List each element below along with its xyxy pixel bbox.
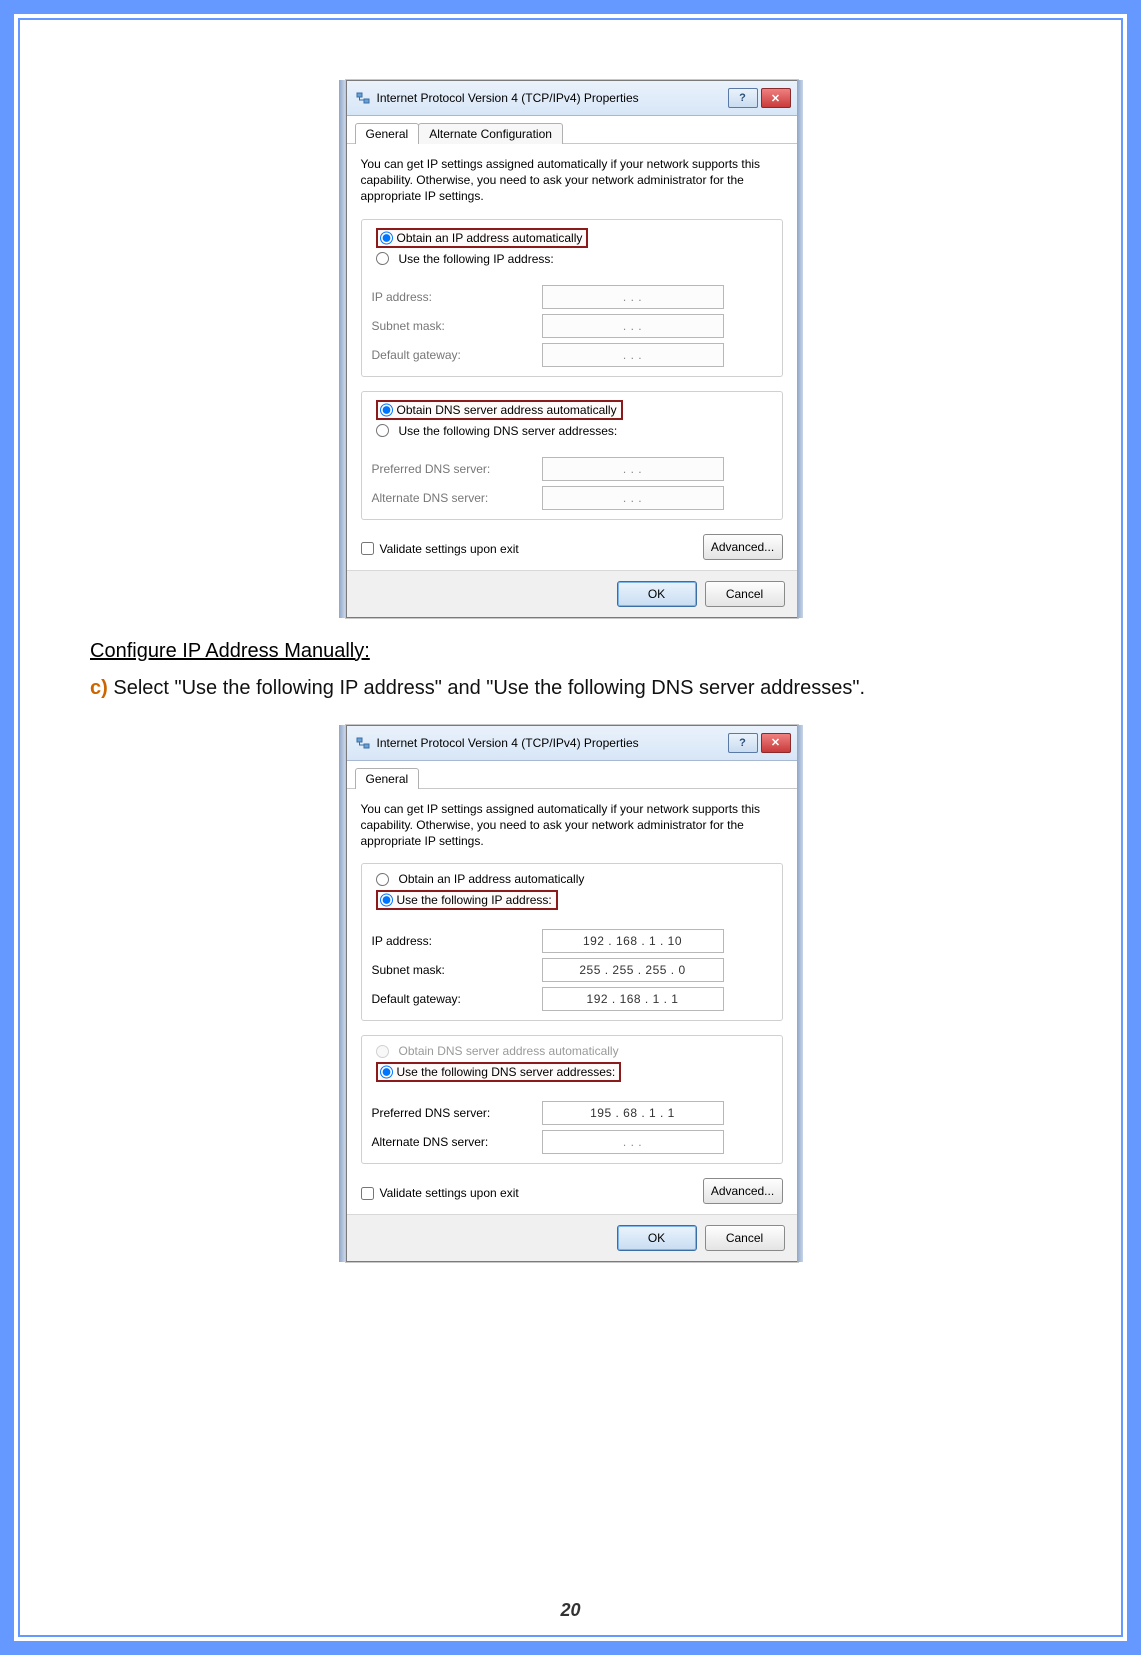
validate-settings-checkbox[interactable] bbox=[361, 1187, 374, 1200]
ok-button[interactable]: OK bbox=[617, 1225, 697, 1251]
radio-use-dns-label: Use the following DNS server addresses: bbox=[399, 424, 618, 438]
help-button[interactable]: ? bbox=[728, 88, 758, 108]
validate-settings-checkbox[interactable] bbox=[361, 542, 374, 555]
validate-settings-label: Validate settings upon exit bbox=[380, 1186, 519, 1200]
default-gateway-field[interactable]: 192 . 168 . 1 . 1 bbox=[542, 987, 724, 1011]
tab-general[interactable]: General bbox=[355, 123, 420, 144]
alternate-dns-label: Alternate DNS server: bbox=[372, 1135, 542, 1149]
close-button[interactable]: ✕ bbox=[761, 88, 791, 108]
radio-use-dns-label: Use the following DNS server addresses: bbox=[397, 1065, 616, 1079]
radio-obtain-dns-label: Obtain DNS server address automatically bbox=[397, 403, 617, 417]
close-button[interactable]: ✕ bbox=[761, 733, 791, 753]
alternate-dns-label: Alternate DNS server: bbox=[372, 491, 542, 505]
description-text: You can get IP settings assigned automat… bbox=[361, 801, 783, 850]
highlight-use-ip: Use the following IP address: bbox=[376, 890, 558, 910]
default-gateway-field: . . . bbox=[542, 343, 724, 367]
alternate-dns-field: . . . bbox=[542, 486, 724, 510]
page-number: 20 bbox=[20, 1600, 1121, 1621]
tabstrip: General Alternate Configuration bbox=[347, 116, 797, 144]
alternate-dns-field[interactable]: . . . bbox=[542, 1130, 724, 1154]
step-marker: c) bbox=[90, 677, 108, 699]
subnet-mask-label: Subnet mask: bbox=[372, 319, 542, 333]
preferred-dns-label: Preferred DNS server: bbox=[372, 1106, 542, 1120]
radio-obtain-ip-auto[interactable] bbox=[376, 873, 389, 886]
section-heading: Configure IP Address Manually: bbox=[90, 640, 1051, 663]
radio-obtain-dns-label: Obtain DNS server address automatically bbox=[399, 1044, 619, 1058]
tab-general[interactable]: General bbox=[355, 768, 420, 789]
step-body: Select "Use the following IP address" an… bbox=[108, 677, 865, 699]
radio-obtain-dns-auto[interactable] bbox=[380, 403, 393, 417]
radio-obtain-ip-label: Obtain an IP address automatically bbox=[397, 231, 583, 245]
ip-address-label: IP address: bbox=[372, 290, 542, 304]
preferred-dns-field[interactable]: 195 . 68 . 1 . 1 bbox=[542, 1101, 724, 1125]
preferred-dns-label: Preferred DNS server: bbox=[372, 462, 542, 476]
ok-button[interactable]: OK bbox=[617, 581, 697, 607]
ip-address-field: . . . bbox=[542, 285, 724, 309]
subnet-mask-field: . . . bbox=[542, 314, 724, 338]
description-text: You can get IP settings assigned automat… bbox=[361, 156, 783, 205]
highlight-obtain-dns: Obtain DNS server address automatically bbox=[376, 400, 623, 420]
radio-use-ip-label: Use the following IP address: bbox=[399, 252, 554, 266]
subnet-mask-field[interactable]: 255 . 255 . 255 . 0 bbox=[542, 958, 724, 982]
instruction-text: c) Select "Use the following IP address"… bbox=[90, 669, 1051, 707]
tabstrip: General bbox=[347, 761, 797, 789]
network-icon bbox=[355, 90, 371, 106]
highlight-use-dns: Use the following DNS server addresses: bbox=[376, 1062, 622, 1082]
radio-use-following-dns[interactable] bbox=[376, 424, 389, 437]
ipv4-properties-dialog-manual: Internet Protocol Version 4 (TCP/IPv4) P… bbox=[346, 725, 798, 1263]
help-button[interactable]: ? bbox=[728, 733, 758, 753]
radio-use-following-ip[interactable] bbox=[380, 893, 393, 907]
default-gateway-label: Default gateway: bbox=[372, 992, 542, 1006]
network-icon bbox=[355, 735, 371, 751]
validate-settings-label: Validate settings upon exit bbox=[380, 542, 519, 556]
dialog-title: Internet Protocol Version 4 (TCP/IPv4) P… bbox=[377, 736, 725, 750]
highlight-obtain-ip: Obtain an IP address automatically bbox=[376, 228, 589, 248]
cancel-button[interactable]: Cancel bbox=[705, 1225, 785, 1251]
ipv4-properties-dialog-auto: Internet Protocol Version 4 (TCP/IPv4) P… bbox=[346, 80, 798, 618]
advanced-button[interactable]: Advanced... bbox=[703, 1178, 783, 1204]
tab-alternate-configuration[interactable]: Alternate Configuration bbox=[418, 123, 563, 144]
radio-obtain-ip-auto[interactable] bbox=[380, 231, 393, 245]
titlebar[interactable]: Internet Protocol Version 4 (TCP/IPv4) P… bbox=[347, 81, 797, 116]
cancel-button[interactable]: Cancel bbox=[705, 581, 785, 607]
titlebar[interactable]: Internet Protocol Version 4 (TCP/IPv4) P… bbox=[347, 726, 797, 761]
radio-obtain-dns-auto bbox=[376, 1045, 389, 1058]
radio-obtain-ip-label: Obtain an IP address automatically bbox=[399, 872, 585, 886]
default-gateway-label: Default gateway: bbox=[372, 348, 542, 362]
preferred-dns-field: . . . bbox=[542, 457, 724, 481]
ip-address-field[interactable]: 192 . 168 . 1 . 10 bbox=[542, 929, 724, 953]
dialog-title: Internet Protocol Version 4 (TCP/IPv4) P… bbox=[377, 91, 725, 105]
advanced-button[interactable]: Advanced... bbox=[703, 534, 783, 560]
radio-use-ip-label: Use the following IP address: bbox=[397, 893, 552, 907]
subnet-mask-label: Subnet mask: bbox=[372, 963, 542, 977]
ip-address-label: IP address: bbox=[372, 934, 542, 948]
radio-use-following-dns[interactable] bbox=[380, 1065, 393, 1079]
radio-use-following-ip[interactable] bbox=[376, 252, 389, 265]
